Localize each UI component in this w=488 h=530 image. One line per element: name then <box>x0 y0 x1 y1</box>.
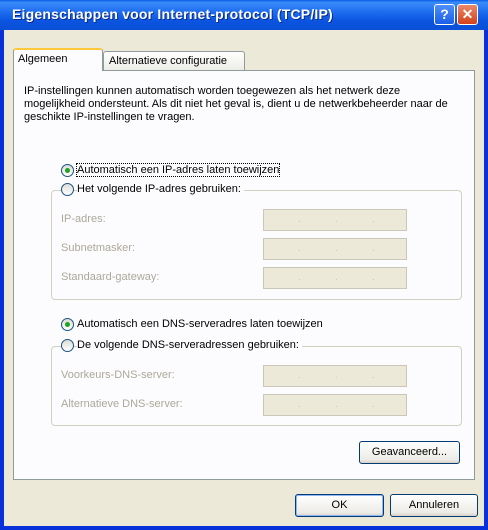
ip-dot: . <box>372 243 375 254</box>
default-gateway-input[interactable]: ... <box>263 267 407 289</box>
alternate-dns-label: Alternatieve DNS-server: <box>61 398 183 410</box>
ip-address-input[interactable]: ... <box>263 209 407 231</box>
ip-dot: . <box>372 370 375 381</box>
radio-auto-ip-label[interactable]: Automatisch een IP-adres laten toewijzen <box>75 163 283 177</box>
ip-dot: . <box>335 399 338 410</box>
ok-button[interactable]: OK <box>295 494 384 517</box>
radio-auto-dns[interactable] <box>61 318 74 331</box>
radio-manual-ip-label[interactable]: Het volgende IP-adres gebruiken: <box>77 183 244 195</box>
ip-dot: . <box>372 214 375 225</box>
ip-dot: . <box>335 214 338 225</box>
tab-algemeen[interactable]: Algemeen <box>13 48 103 71</box>
ip-dot: . <box>298 214 301 225</box>
cancel-button[interactable]: Annuleren <box>390 494 478 517</box>
help-button[interactable]: ? <box>434 4 455 25</box>
advanced-button[interactable]: Geavanceerd... <box>359 441 460 464</box>
window-title: Eigenschappen voor Internet-protocol (TC… <box>12 6 333 22</box>
radio-manual-ip[interactable] <box>61 183 74 196</box>
ip-dot: . <box>372 399 375 410</box>
ip-dot: . <box>298 272 301 283</box>
radio-auto-ip[interactable] <box>61 164 74 177</box>
ip-dot: . <box>335 370 338 381</box>
title-bar[interactable]: Eigenschappen voor Internet-protocol (TC… <box>0 0 488 30</box>
radio-manual-dns-label[interactable]: De volgende DNS-serveradressen gebruiken… <box>77 339 302 351</box>
dialog-window: Eigenschappen voor Internet-protocol (TC… <box>0 0 488 530</box>
tab-alternatieve-configuratie[interactable]: Alternatieve configuratie <box>103 51 245 71</box>
preferred-dns-label: Voorkeurs-DNS-server: <box>61 369 175 381</box>
subnet-mask-input[interactable]: ... <box>263 238 407 260</box>
dialog-body: Algemeen Alternatieve configuratie IP-in… <box>4 30 484 526</box>
subnet-mask-label: Subnetmasker: <box>61 242 135 254</box>
ip-dot: . <box>335 272 338 283</box>
ip-address-label: IP-adres: <box>61 213 106 225</box>
alternate-dns-input[interactable]: ... <box>263 394 407 416</box>
close-button[interactable]: ✕ <box>457 4 478 25</box>
radio-manual-dns[interactable] <box>61 339 74 352</box>
default-gateway-label: Standaard-gateway: <box>61 271 160 283</box>
description-text: IP-instellingen kunnen automatisch worde… <box>24 85 448 123</box>
preferred-dns-input[interactable]: ... <box>263 365 407 387</box>
ip-dot: . <box>372 272 375 283</box>
tab-panel-algemeen: IP-instellingen kunnen automatisch worde… <box>13 70 475 480</box>
ip-dot: . <box>298 243 301 254</box>
tab-label: Algemeen <box>18 53 68 65</box>
ip-dot: . <box>298 399 301 410</box>
ip-dot: . <box>298 370 301 381</box>
ip-dot: . <box>335 243 338 254</box>
radio-auto-dns-label[interactable]: Automatisch een DNS-serveradres laten to… <box>77 318 326 330</box>
tab-label: Alternatieve configuratie <box>109 55 228 67</box>
